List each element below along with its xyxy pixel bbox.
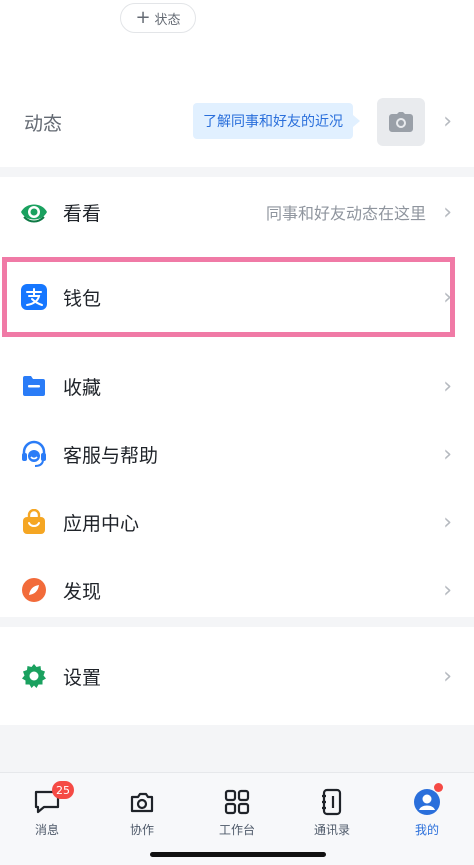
chevron-right-icon: › xyxy=(443,373,452,399)
tab-label: 工作台 xyxy=(218,823,255,837)
menu-item-label: 设置 xyxy=(63,666,102,689)
chevron-right-icon: › xyxy=(443,284,452,310)
chevron-right-icon: › xyxy=(443,663,452,689)
chevron-right-icon: › xyxy=(443,577,452,603)
alipay-icon xyxy=(20,283,48,311)
menu-item-label: 钱包 xyxy=(63,287,102,310)
menu-item-discover[interactable]: 发现 › xyxy=(0,555,474,625)
settings-card: 设置 › xyxy=(0,627,474,725)
me-icon xyxy=(412,783,443,817)
menu-item-favorites[interactable]: 收藏 › xyxy=(0,351,474,421)
top-area: + 状态 xyxy=(0,0,474,79)
tab-label: 协作 xyxy=(129,823,154,837)
menu-item-label: 应用中心 xyxy=(63,512,140,535)
tab-contacts[interactable]: 通讯录 xyxy=(297,787,367,838)
menu-item-label: 发现 xyxy=(63,580,102,603)
tab-collab[interactable]: 协作 xyxy=(107,787,177,838)
menu-item-wallet[interactable]: 钱包 › xyxy=(0,262,474,332)
camera-icon xyxy=(389,112,413,132)
menu-item-label: 看看 xyxy=(63,202,102,225)
plus-icon: + xyxy=(135,7,151,28)
camera-button[interactable] xyxy=(377,98,425,146)
menu-item-help[interactable]: 客服与帮助 › xyxy=(0,419,474,489)
folder-icon xyxy=(20,372,48,400)
dynamic-label: 动态 xyxy=(24,113,63,135)
customer-service-icon xyxy=(20,440,48,468)
menu-card: 看看 同事和好友动态在这里 › 钱包 › 收藏 › 客服与帮助 › 应用中心 ›… xyxy=(0,177,474,617)
shopping-bag-icon xyxy=(20,508,48,536)
compass-icon xyxy=(20,576,48,604)
home-indicator xyxy=(150,852,326,857)
menu-item-settings[interactable]: 设置 › xyxy=(0,641,474,711)
unread-badge: 25 xyxy=(52,781,74,799)
notification-dot xyxy=(434,783,443,792)
dynamic-tip-bubble: 了解同事和好友的近况 xyxy=(193,103,360,139)
gear-icon xyxy=(20,662,48,690)
chevron-right-icon: › xyxy=(443,441,452,467)
menu-item-hint: 同事和好友动态在这里 xyxy=(265,204,426,223)
menu-item-apps[interactable]: 应用中心 › xyxy=(0,487,474,557)
add-status-button[interactable]: + 状态 xyxy=(120,3,196,33)
menu-item-label: 收藏 xyxy=(63,376,102,399)
chat-icon: 25 xyxy=(32,781,74,817)
chevron-right-icon: › xyxy=(443,199,452,225)
tab-label: 我的 xyxy=(414,823,439,837)
tab-me[interactable]: 我的 xyxy=(392,783,462,838)
status-label: 状态 xyxy=(154,12,181,28)
chevron-right-icon: › xyxy=(443,109,452,134)
collab-icon xyxy=(127,787,157,817)
tab-messages[interactable]: 25 消息 xyxy=(12,781,82,838)
menu-item-label: 客服与帮助 xyxy=(63,444,159,467)
tab-label: 消息 xyxy=(34,823,59,837)
menu-item-kankan[interactable]: 看看 同事和好友动态在这里 › xyxy=(0,177,474,247)
dynamic-row[interactable]: 动态 了解同事和好友的近况 › xyxy=(0,79,474,167)
grid-icon xyxy=(222,787,252,817)
chevron-right-icon: › xyxy=(443,509,452,535)
tab-label: 通讯录 xyxy=(313,823,350,837)
eye-icon xyxy=(20,198,48,226)
tab-workbench[interactable]: 工作台 xyxy=(202,787,272,838)
contacts-icon xyxy=(317,787,347,817)
